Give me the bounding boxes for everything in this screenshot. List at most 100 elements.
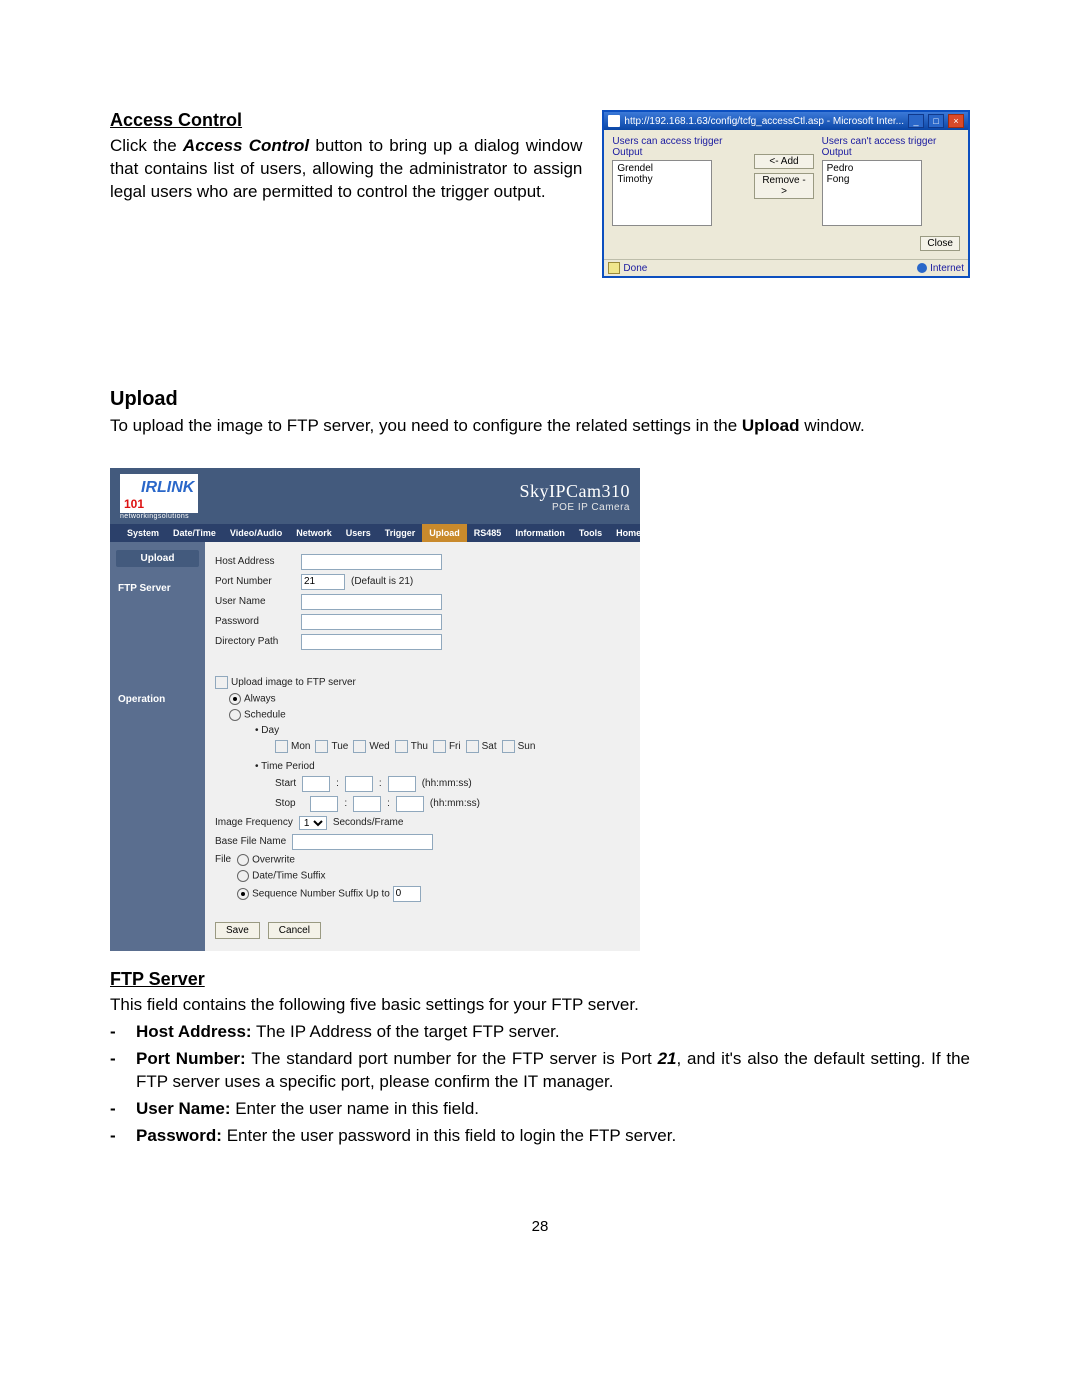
nav-item-rs485[interactable]: RS485 <box>467 524 509 542</box>
maximize-button[interactable]: □ <box>928 114 944 128</box>
radio-overwrite[interactable] <box>237 854 249 866</box>
port-b: Port Number: <box>136 1049 246 1068</box>
logo-a-icon <box>124 476 140 492</box>
user-label: User Name <box>215 596 295 607</box>
day-checkbox-mon[interactable] <box>275 740 288 753</box>
done-icon <box>608 262 620 274</box>
day-label-wed: Wed <box>369 741 389 752</box>
nav-item-trigger[interactable]: Trigger <box>378 524 423 542</box>
day-checkbox-tue[interactable] <box>315 740 328 753</box>
remove-button[interactable]: Remove -> <box>754 173 813 199</box>
access-control-dialog: http://192.168.1.63/config/tcfg_accessCt… <box>602 110 970 278</box>
side-label-ftp: FTP Server <box>110 579 205 598</box>
list-item: Port Number: The standard port number fo… <box>110 1048 970 1094</box>
day-label-fri: Fri <box>449 741 461 752</box>
hhmmss-hint2: (hh:mm:ss) <box>430 798 480 809</box>
day-checkbox-fri[interactable] <box>433 740 446 753</box>
day-checkbox-thu[interactable] <box>395 740 408 753</box>
list-item[interactable]: Grendel <box>617 163 707 174</box>
start-hh[interactable] <box>302 776 330 792</box>
day-fri: Fri <box>433 740 461 753</box>
start-label: Start <box>275 778 296 789</box>
list-item[interactable]: Timothy <box>617 174 707 185</box>
start-ss[interactable] <box>388 776 416 792</box>
left-user-list[interactable]: Grendel Timothy <box>612 160 712 226</box>
host-input[interactable] <box>301 554 442 570</box>
hhmmss-hint1: (hh:mm:ss) <box>422 778 472 789</box>
minimize-button[interactable]: _ <box>908 114 924 128</box>
nav-item-system[interactable]: System <box>120 524 166 542</box>
dialog-close-button[interactable]: Close <box>920 236 960 251</box>
access-control-heading: Access Control <box>110 110 582 131</box>
add-button[interactable]: <- Add <box>754 154 813 169</box>
nav-item-videoaudio[interactable]: Video/Audio <box>223 524 289 542</box>
ftp-server-heading: FTP Server <box>110 969 970 990</box>
start-mm[interactable] <box>345 776 373 792</box>
freq-select[interactable]: 1 <box>299 816 327 830</box>
nav-item-upload[interactable]: Upload <box>422 524 467 542</box>
upload-ftp-checkbox[interactable] <box>215 676 228 689</box>
save-button[interactable]: Save <box>215 922 260 939</box>
nav-item-network[interactable]: Network <box>289 524 339 542</box>
stop-ss[interactable] <box>396 796 424 812</box>
time-label: Time Period <box>261 761 315 772</box>
list-item: Host Address: The IP Address of the targ… <box>110 1021 970 1044</box>
cancel-button[interactable]: Cancel <box>268 922 321 939</box>
stop-mm[interactable] <box>353 796 381 812</box>
side-label-operation: Operation <box>110 690 205 709</box>
dir-label: Directory Path <box>215 636 295 647</box>
upload-text-suffix: window. <box>800 416 865 435</box>
basefile-label: Base File Name <box>215 836 286 847</box>
radio-schedule[interactable] <box>229 709 241 721</box>
user-t: Enter the user name in this field. <box>231 1099 480 1118</box>
window-close-button[interactable]: × <box>948 114 964 128</box>
radio-datetime[interactable] <box>237 870 249 882</box>
list-item: User Name: Enter the user name in this f… <box>110 1098 970 1121</box>
pass-input[interactable] <box>301 614 442 630</box>
day-checkbox-sun[interactable] <box>502 740 515 753</box>
nav-item-users[interactable]: Users <box>339 524 378 542</box>
basefile-input[interactable] <box>292 834 433 850</box>
seq-input[interactable] <box>393 886 421 902</box>
upload-text-bold: Upload <box>742 416 800 435</box>
nav-item-tools[interactable]: Tools <box>572 524 609 542</box>
page-number: 28 <box>110 1218 970 1235</box>
upload-text-prefix: To upload the image to FTP server, you n… <box>110 416 742 435</box>
dialog-status-bar: Done Internet <box>604 259 968 276</box>
radio-always[interactable] <box>229 693 241 705</box>
dialog-title: http://192.168.1.63/config/tcfg_accessCt… <box>624 116 904 127</box>
logo: IRLINK 101 networkingsolutions <box>120 474 198 520</box>
host-label: Host Address <box>215 556 295 567</box>
right-user-list[interactable]: Pedro Fong <box>822 160 922 226</box>
nav-item-information[interactable]: Information <box>508 524 572 542</box>
main-nav: SystemDate/TimeVideo/AudioNetworkUsersTr… <box>110 524 640 542</box>
day-checkbox-sat[interactable] <box>466 740 479 753</box>
radio-sequence[interactable] <box>237 888 249 900</box>
day-label-mon: Mon <box>291 741 310 752</box>
label-always: Always <box>244 694 276 705</box>
port-t1: The standard port number for the FTP ser… <box>246 1049 658 1068</box>
ac-text-bold: Access Control <box>183 136 309 155</box>
day-checkbox-wed[interactable] <box>353 740 366 753</box>
logo-text: IRLINK <box>141 479 194 496</box>
day-label: Day <box>261 725 279 736</box>
list-item[interactable]: Fong <box>827 174 917 185</box>
nav-item-datetime[interactable]: Date/Time <box>166 524 223 542</box>
user-input[interactable] <box>301 594 442 610</box>
side-tab-upload[interactable]: Upload <box>116 550 199 567</box>
day-label-tue: Tue <box>331 741 348 752</box>
freq-unit: Seconds/Frame <box>333 817 404 828</box>
day-label-sun: Sun <box>518 741 536 752</box>
day-wed: Wed <box>353 740 389 753</box>
upload-ftp-label: Upload image to FTP server <box>231 677 356 688</box>
file-label: File <box>215 854 231 865</box>
upload-text: To upload the image to FTP server, you n… <box>110 415 970 438</box>
stop-hh[interactable] <box>310 796 338 812</box>
ie-icon <box>608 115 620 127</box>
day-label-sat: Sat <box>482 741 497 752</box>
nav-item-home[interactable]: Home <box>609 524 648 542</box>
list-item[interactable]: Pedro <box>827 163 917 174</box>
port-input[interactable] <box>301 574 345 590</box>
dialog-titlebar: http://192.168.1.63/config/tcfg_accessCt… <box>604 112 968 130</box>
dir-input[interactable] <box>301 634 442 650</box>
